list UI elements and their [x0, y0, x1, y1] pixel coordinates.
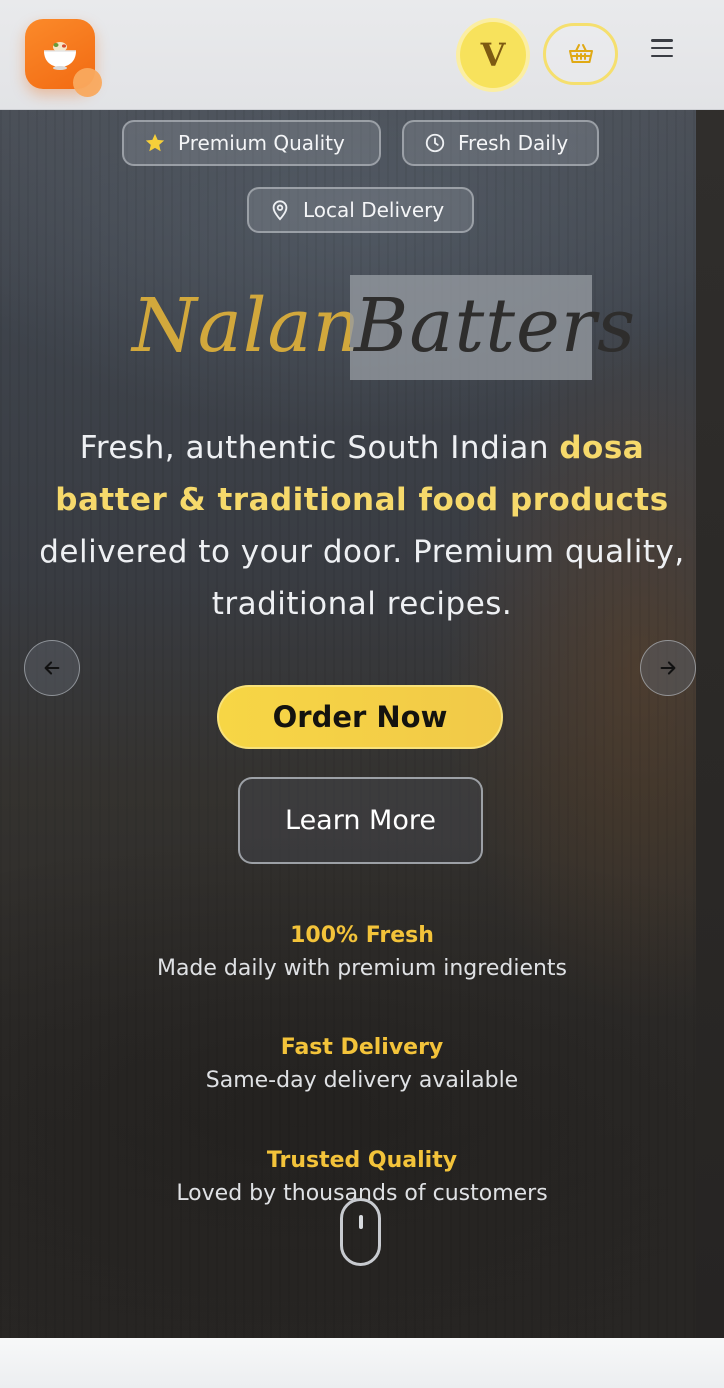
user-avatar[interactable]: V [460, 22, 526, 88]
hero-title-part2: Batters [350, 275, 635, 380]
scroll-down-mouse-icon[interactable] [340, 1198, 381, 1266]
food-bowl-icon [44, 42, 76, 70]
logo-accent-dot [73, 68, 102, 97]
badge-fresh-daily: Fresh Daily [402, 120, 599, 166]
feature-description: Made daily with premium ingredients [156, 956, 568, 981]
hamburger-menu-icon[interactable] [647, 36, 677, 60]
feature-description: Same-day delivery available [205, 1068, 519, 1093]
hero-title-part1: Nalan [132, 283, 362, 369]
feature-delivery: Fast Delivery Same-day delivery availabl… [0, 1035, 724, 1093]
cart-button[interactable] [543, 23, 618, 85]
arrow-right-icon [660, 661, 676, 675]
next-section-edge [0, 1338, 724, 1388]
star-icon [145, 133, 165, 152]
hero-tagline: Fresh, authentic South Indian dosa batte… [39, 430, 685, 622]
feature-title: Trusted Quality [266, 1148, 458, 1173]
site-header: V [0, 0, 724, 110]
feature-title: Fast Delivery [280, 1035, 444, 1060]
badge-local-delivery: Local Delivery [247, 187, 474, 233]
carousel-next-button[interactable] [640, 640, 696, 696]
learn-more-button[interactable]: Learn More [238, 777, 483, 864]
hero-section: Premium Quality Fresh Daily Local Delive… [0, 110, 724, 1338]
map-pin-icon [272, 200, 288, 221]
basket-icon [568, 44, 593, 63]
feature-title: 100% Fresh [290, 923, 434, 948]
arrow-left-icon [44, 661, 60, 675]
hero-title: Nalan Batters [0, 275, 724, 385]
clock-icon [425, 133, 445, 153]
badge-premium-quality: Premium Quality [122, 120, 381, 166]
carousel-prev-button[interactable] [24, 640, 80, 696]
order-now-button[interactable]: Order Now [217, 685, 503, 749]
feature-fresh: 100% Fresh Made daily with premium ingre… [0, 923, 724, 981]
